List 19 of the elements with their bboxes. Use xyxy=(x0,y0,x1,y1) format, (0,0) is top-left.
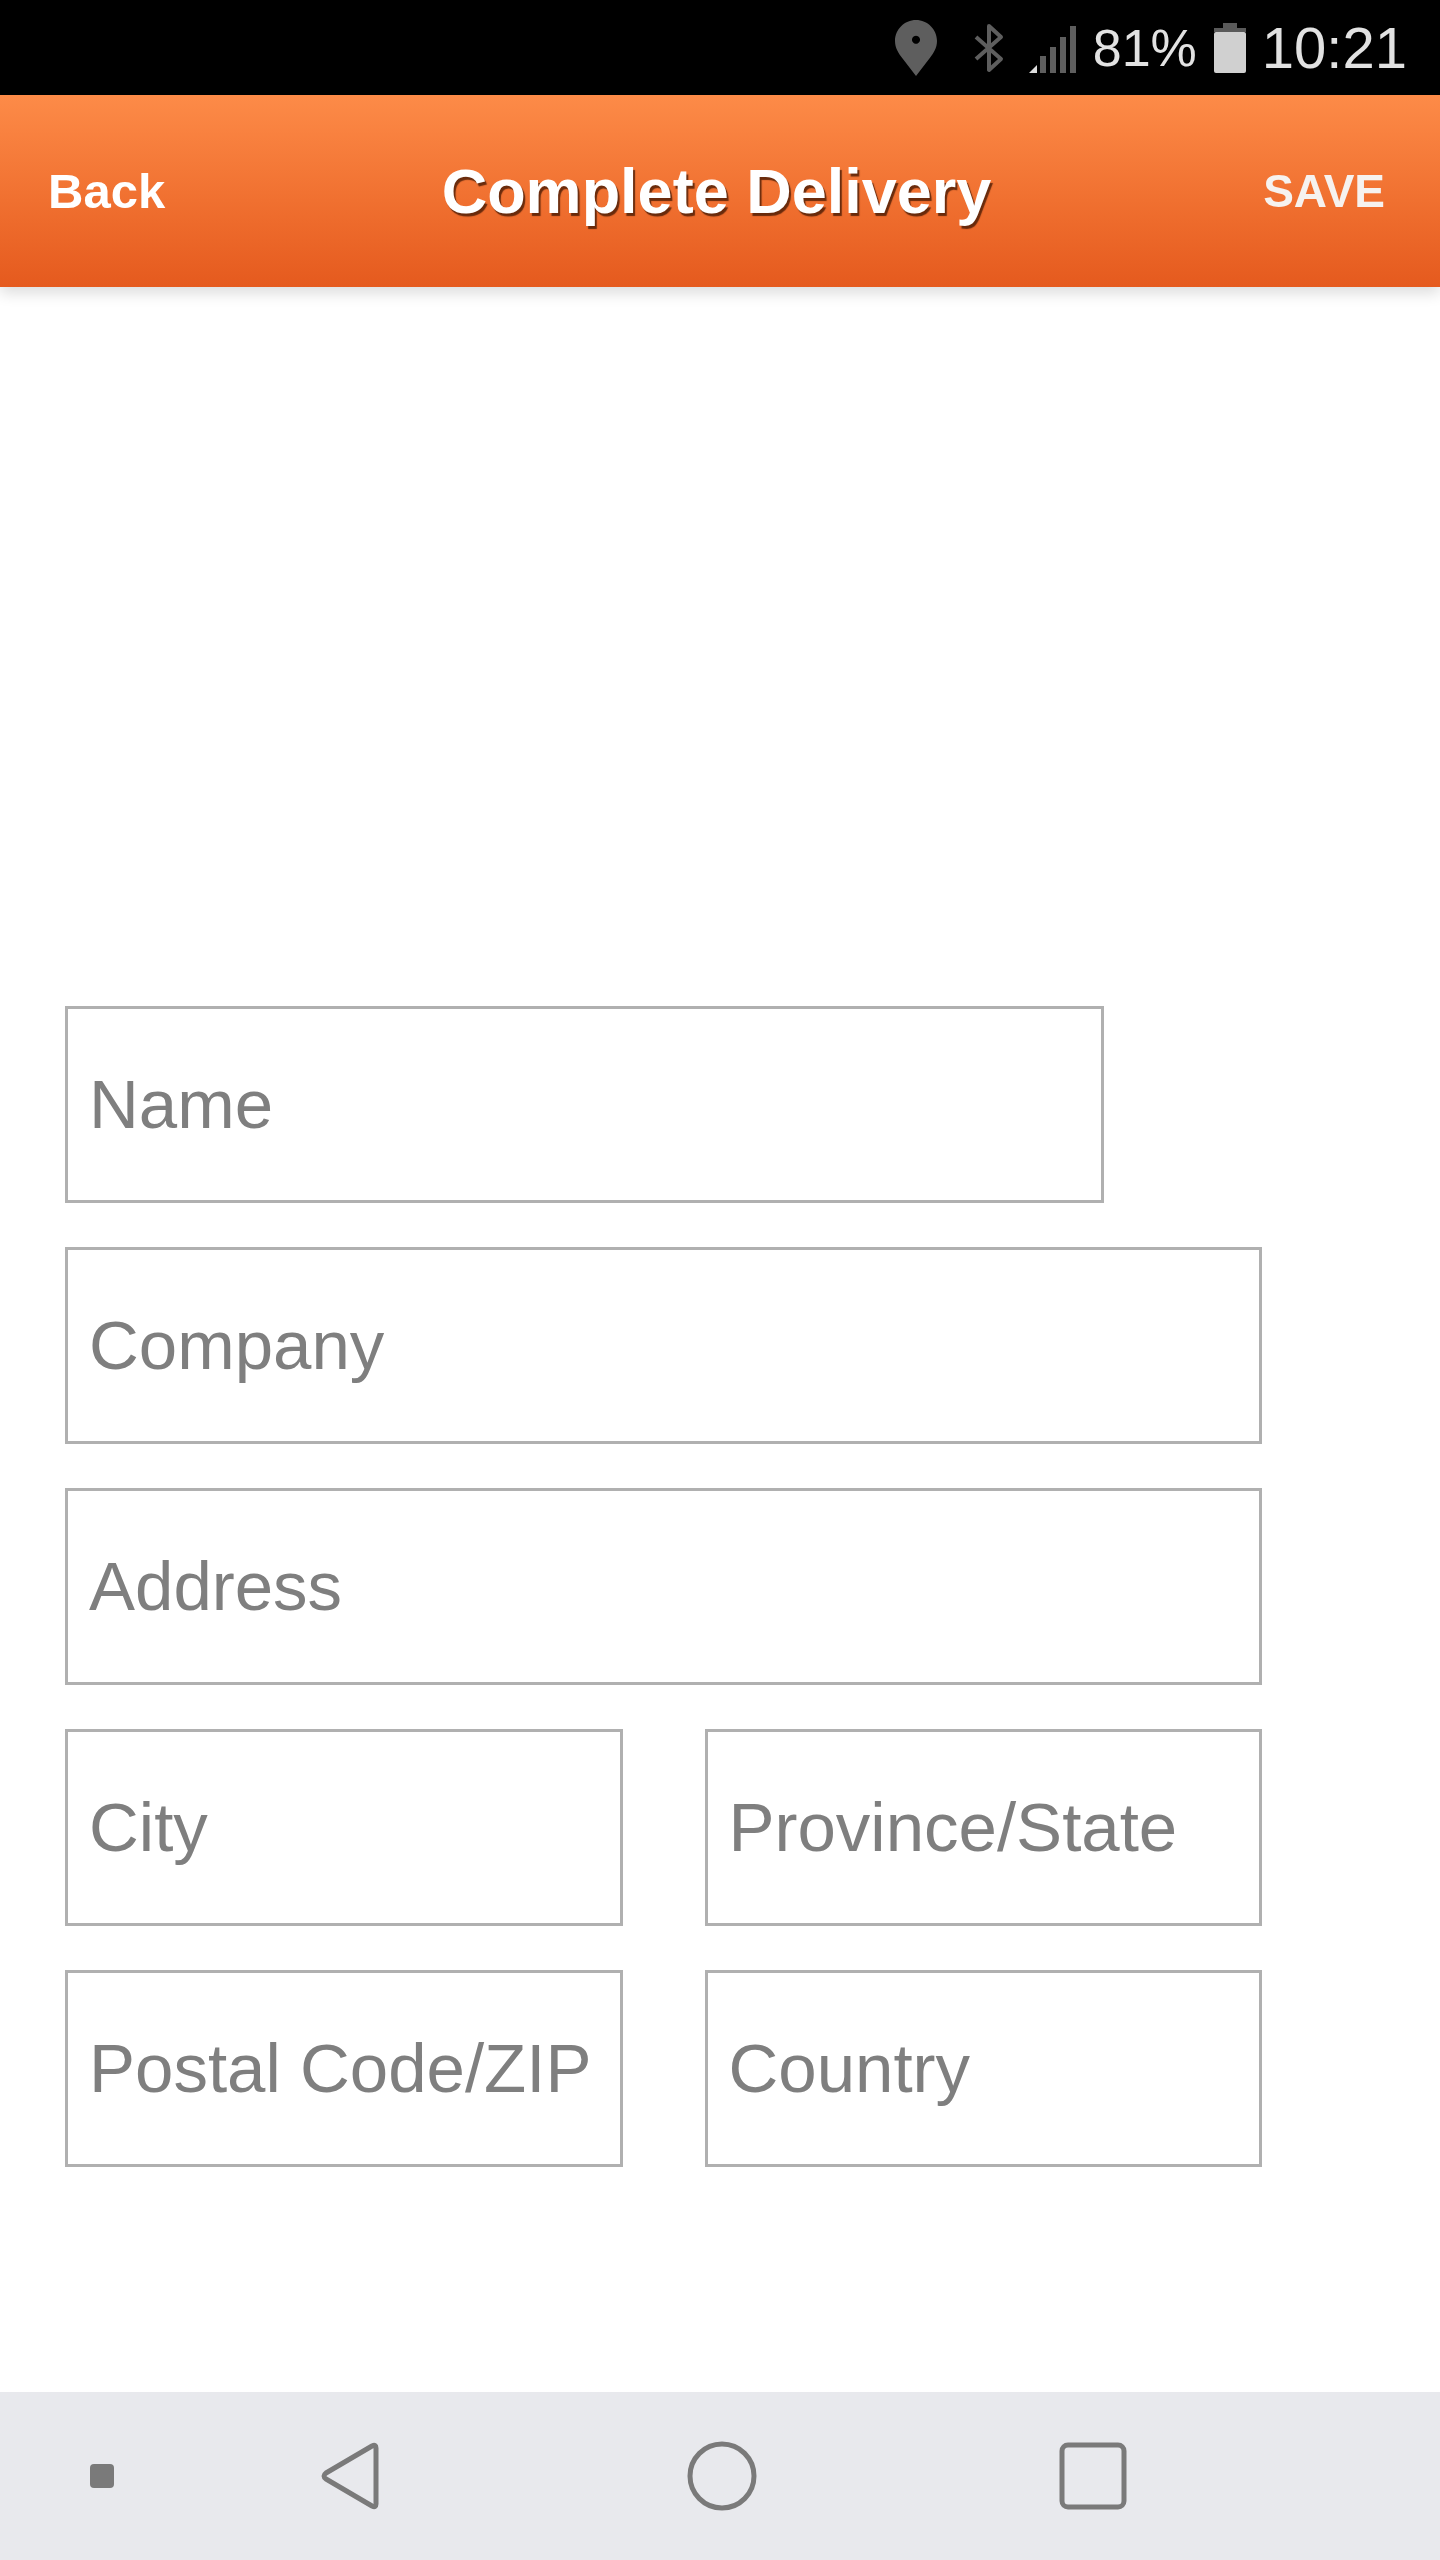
input-field[interactable]: Name xyxy=(65,1006,1104,1203)
clock-time: 10:21 xyxy=(1261,18,1407,77)
input-field[interactable]: Country xyxy=(704,1970,1262,2167)
input-field[interactable]: City xyxy=(65,1729,623,1926)
back-button[interactable]: Back xyxy=(48,163,166,219)
save-button[interactable]: SAVE xyxy=(1263,164,1385,218)
small-square-icon[interactable] xyxy=(90,2464,114,2488)
input-field[interactable]: Address xyxy=(65,1488,1262,1685)
input-field[interactable]: Postal Code/ZIP xyxy=(65,1970,623,2167)
recent-apps-icon[interactable] xyxy=(1059,2442,1127,2510)
bluetooth-icon xyxy=(973,22,1004,73)
location-pin-icon xyxy=(894,19,937,76)
input-field[interactable]: Company xyxy=(65,1247,1262,1444)
home-icon[interactable] xyxy=(687,2441,757,2511)
back-icon[interactable] xyxy=(320,2442,382,2510)
input-field[interactable]: Province/State xyxy=(704,1729,1262,1926)
screen-title: Complete Delivery xyxy=(441,155,992,227)
battery-icon xyxy=(1213,22,1246,73)
battery-percent: 81% xyxy=(1092,21,1197,74)
